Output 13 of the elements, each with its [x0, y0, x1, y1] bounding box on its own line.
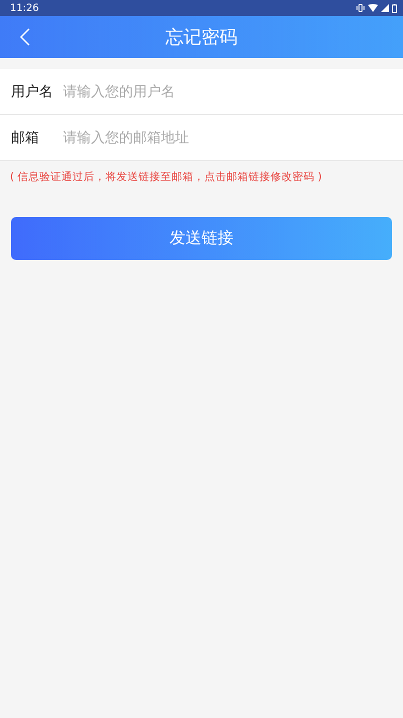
page-title: 忘记密码 [166, 26, 238, 49]
field-label: 邮箱 [0, 115, 63, 160]
input-field[interactable]: 请输入您的邮箱地址 [63, 115, 403, 160]
hint-text: ( 信息验证通过后，将发送链接至邮箱，点击邮箱链接修改密码 ) [10, 170, 323, 184]
field-label: 用户名 [0, 69, 63, 114]
input-field[interactable]: 请输入您的用户名 [63, 69, 403, 114]
battery-icon [392, 4, 397, 12]
status-time: 11:26 [10, 2, 39, 14]
wifi-icon [368, 4, 378, 12]
send-link-button[interactable]: 发送链接 [11, 217, 392, 260]
back-icon [20, 28, 30, 46]
signal-icon [381, 4, 389, 12]
vibrate-icon [356, 4, 365, 12]
